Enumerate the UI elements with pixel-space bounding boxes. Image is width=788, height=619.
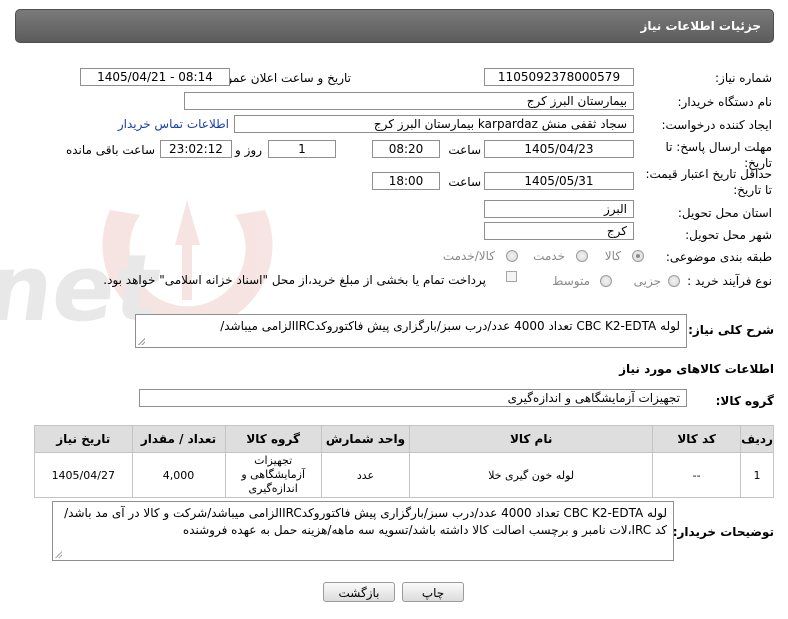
category-option-service: خدمت (533, 249, 565, 263)
price-validity-label: حداقل تاریخ اعتبار قیمت: تا تاریخ: (645, 167, 772, 197)
reply-time-label: ساعت (448, 143, 481, 157)
need-number-label: شماره نیاز: (715, 71, 772, 85)
goods-group-field: تجهیزات آزمایشگاهی و اندازه‌گیری (139, 389, 687, 407)
category-radio-goods[interactable] (632, 250, 644, 262)
province-field: البرز (484, 200, 634, 218)
table-row: 1 -- لوله خون گیری خلا عدد تجهیزات آزمای… (34, 452, 774, 498)
treasury-payment-checkbox[interactable] (506, 271, 517, 282)
validity-date-field: 1405/05/31 (484, 172, 634, 190)
cell-item-group: تجهیزات آزمایشگاهی و اندازه‌گیری (224, 452, 322, 498)
validity-time-label: ساعت (448, 175, 481, 189)
print-button[interactable]: چاپ (402, 582, 464, 602)
days-remaining-field: 1 (268, 140, 336, 158)
cell-row-number: 1 (740, 452, 774, 498)
purchase-option-medium: متوسط (552, 274, 590, 288)
creator-label: ایجاد کننده درخواست: (661, 118, 772, 132)
buyer-org-field: بیمارستان البرز کرج (184, 92, 634, 110)
back-button[interactable]: بازگشت (323, 582, 395, 602)
purchase-type-label: نوع فرآیند خرید : (687, 274, 772, 288)
category-option-goods-service: کالا/خدمت (442, 249, 495, 263)
days-label: روز و (235, 143, 262, 157)
cell-need-date: 1405/04/27 (34, 452, 133, 498)
cell-unit: عدد (320, 452, 411, 498)
buyer-notes-textarea[interactable]: لوله CBC K2-EDTA تعداد 4000 عدد/درب سبز/… (52, 501, 674, 561)
buyer-org-label: نام دستگاه خریدار: (677, 95, 773, 109)
col-quantity: تعداد / مقدار (131, 425, 226, 453)
category-label: طبقه بندی موضوعی: (665, 250, 772, 264)
cell-quantity: 4,000 (131, 452, 226, 498)
category-radio-service[interactable] (576, 250, 588, 262)
cell-item-code: -- (652, 452, 742, 498)
treasury-payment-note: پرداخت تمام یا بخشی از مبلغ خرید،از محل … (103, 273, 486, 287)
province-label: استان محل تحویل: (677, 206, 772, 220)
city-field: کرج (484, 222, 634, 240)
buyer-notes-text: لوله CBC K2-EDTA تعداد 4000 عدد/درب سبز/… (64, 506, 667, 537)
col-item-name: نام کالا (409, 425, 654, 453)
resize-grip-icon[interactable] (138, 338, 145, 345)
purchase-radio-medium[interactable] (600, 275, 612, 287)
category-radio-goods-service[interactable] (506, 250, 518, 262)
resize-grip-icon[interactable] (55, 551, 62, 558)
page-title-bar: جزئیات اطلاعات نیاز (15, 9, 774, 43)
cell-item-name: لوله خون گیری خلا (409, 452, 654, 498)
col-item-group: گروه کالا (224, 425, 322, 453)
reply-time-field: 08:20 (372, 140, 440, 158)
purchase-radio-minor[interactable] (668, 275, 680, 287)
col-item-code: کد کالا (652, 425, 742, 453)
city-label: شهر محل تحویل: (685, 228, 772, 242)
need-number-field: 1105092378000579 (484, 68, 634, 86)
goods-section-title: اطلاعات کالاهای مورد نیاز (619, 362, 774, 376)
announce-datetime-field: 1405/04/21 - 08:14 (80, 68, 230, 86)
remaining-time-field: 23:02:12 (160, 140, 232, 158)
summary-text: لوله CBC K2-EDTA تعداد 4000 عدد/درب سبز/… (220, 319, 680, 333)
col-unit: واحد شمارش (320, 425, 411, 453)
reply-date-field: 1405/04/23 (484, 140, 634, 158)
validity-time-field: 18:00 (372, 172, 440, 190)
goods-table: ردیف کد کالا نام کالا واحد شمارش گروه کا… (34, 425, 774, 498)
summary-textarea[interactable]: لوله CBC K2-EDTA تعداد 4000 عدد/درب سبز/… (135, 314, 687, 348)
col-need-date: تاریخ نیاز (34, 425, 133, 453)
page-title: جزئیات اطلاعات نیاز (640, 19, 761, 33)
goods-table-header: ردیف کد کالا نام کالا واحد شمارش گروه کا… (34, 425, 774, 453)
category-option-goods: کالا (604, 249, 621, 263)
purchase-option-minor: جزیی (633, 274, 661, 288)
goods-group-label: گروه کالا: (715, 394, 774, 408)
remaining-time-label: ساعت باقی مانده (65, 143, 155, 157)
tender-details-page: AriaTender.net جزئیات اطلاعات نیاز شماره… (0, 0, 788, 619)
buyer-notes-label: توضیحات خریدار: (672, 525, 774, 539)
col-row-number: ردیف (740, 425, 774, 453)
summary-label: شرح کلی نیاز: (688, 323, 774, 337)
buyer-contact-link[interactable]: اطلاعات تماس خریدار (118, 117, 229, 131)
creator-field: سجاد ثقفی منش karpardaz بیمارستان البرز … (234, 115, 634, 133)
